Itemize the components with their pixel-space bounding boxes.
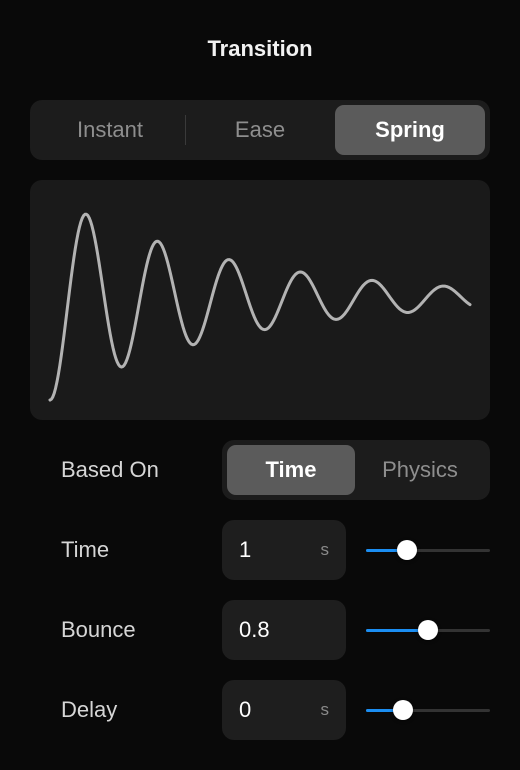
spring-curve-line bbox=[48, 212, 472, 402]
delay-label: Delay bbox=[61, 697, 118, 722]
segment-ease[interactable]: Ease bbox=[185, 105, 335, 155]
bounce-slider[interactable] bbox=[366, 620, 490, 640]
transition-type-segmented-control: Instant Ease Spring bbox=[30, 100, 490, 160]
based-on-toggle: Time Physics bbox=[222, 440, 490, 500]
spring-curve-icon bbox=[48, 212, 472, 402]
toggle-time[interactable]: Time bbox=[227, 445, 355, 495]
segment-instant[interactable]: Instant bbox=[35, 105, 185, 155]
delay-input[interactable]: 0 s bbox=[222, 680, 346, 740]
delay-slider[interactable] bbox=[366, 700, 490, 720]
toggle-physics[interactable]: Physics bbox=[356, 445, 484, 495]
delay-unit: s bbox=[320, 700, 330, 719]
delay-slider-thumb[interactable] bbox=[393, 700, 414, 720]
panel-title: Transition bbox=[207, 36, 313, 61]
spring-curve-preview bbox=[30, 180, 490, 420]
time-slider[interactable] bbox=[366, 540, 490, 560]
time-slider-thumb[interactable] bbox=[396, 540, 417, 560]
bounce-label: Bounce bbox=[61, 617, 136, 642]
time-unit: s bbox=[320, 540, 330, 559]
bounce-value: 0.8 bbox=[239, 617, 270, 642]
bounce-input[interactable]: 0.8 bbox=[222, 600, 346, 660]
time-input[interactable]: 1 s bbox=[222, 520, 346, 580]
segment-spring[interactable]: Spring bbox=[335, 105, 485, 155]
time-label: Time bbox=[61, 537, 110, 562]
delay-value: 0 bbox=[239, 697, 252, 722]
bounce-slider-thumb[interactable] bbox=[418, 620, 438, 640]
time-value: 1 bbox=[239, 537, 252, 562]
based-on-label: Based On bbox=[61, 457, 159, 482]
